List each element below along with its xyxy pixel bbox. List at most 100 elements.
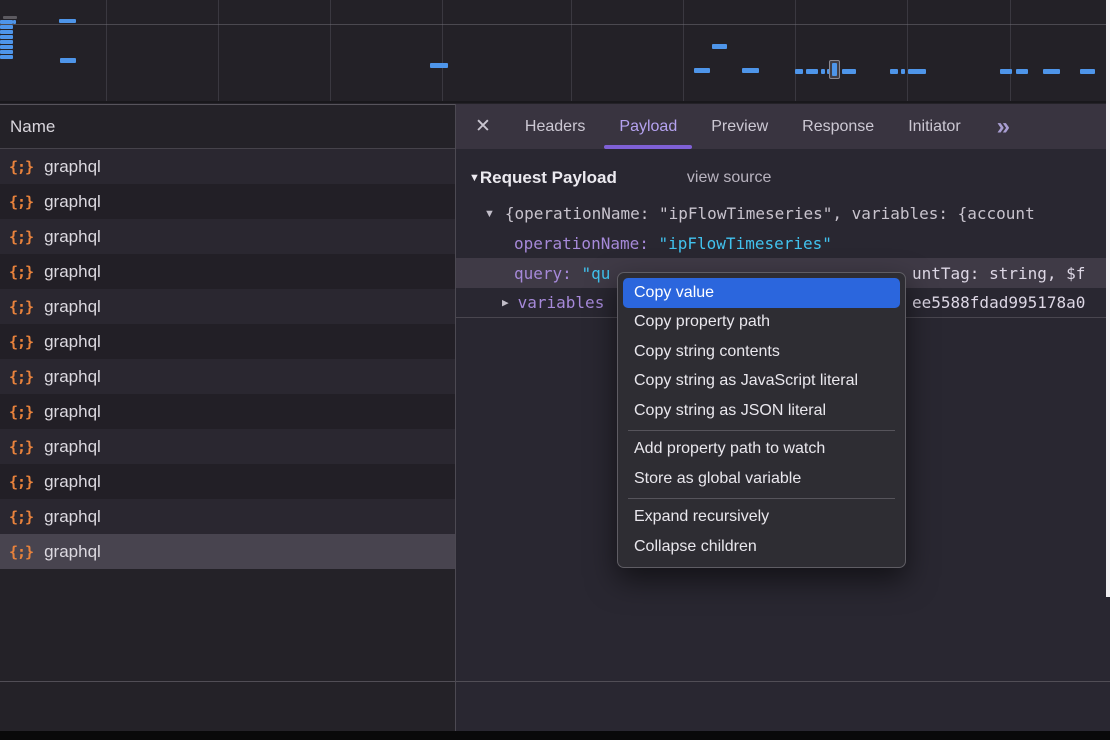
payload-summary-text: {operationName: "ipFlowTimeseries", vari… bbox=[505, 204, 1035, 223]
request-timing-bar[interactable] bbox=[0, 20, 13, 24]
request-timing-bar[interactable] bbox=[0, 35, 13, 39]
name-column-header[interactable]: Name bbox=[0, 104, 455, 149]
operation-name-row[interactable]: operationName: "ipFlowTimeseries" bbox=[456, 228, 1110, 258]
details-tabbar: ✕ Headers Payload Preview Response Initiator… bbox=[456, 104, 1110, 149]
request-name: graphql bbox=[44, 227, 101, 247]
request-timing-bar[interactable] bbox=[694, 68, 710, 73]
tab-payload[interactable]: Payload bbox=[619, 104, 677, 149]
request-timing-bar[interactable] bbox=[1043, 69, 1060, 74]
close-icon[interactable]: ✕ bbox=[475, 117, 491, 136]
request-timing-bar[interactable] bbox=[1080, 69, 1095, 74]
request-timing-bar[interactable] bbox=[0, 30, 13, 34]
request-timing-bar[interactable] bbox=[0, 25, 13, 29]
expand-triangle-icon[interactable]: ▶ bbox=[502, 296, 509, 309]
request-row[interactable]: {;} graphql bbox=[0, 359, 455, 394]
json-braces-icon: {;} bbox=[9, 263, 33, 281]
request-name: graphql bbox=[44, 157, 101, 177]
request-name: graphql bbox=[44, 297, 101, 317]
property-value: "ipFlowTimeseries" bbox=[659, 234, 832, 253]
collapse-triangle-icon[interactable]: ▼ bbox=[469, 172, 480, 184]
request-timing-bar[interactable] bbox=[1000, 69, 1012, 74]
window-bottom-edge bbox=[0, 731, 1110, 740]
request-row[interactable]: {;} graphql bbox=[0, 499, 455, 534]
request-row[interactable]: {;}graphql bbox=[0, 324, 455, 359]
request-timing-bar[interactable] bbox=[901, 69, 905, 74]
panel-divider[interactable] bbox=[455, 104, 456, 731]
menu-item-store-as-global-variable[interactable]: Store as global variable bbox=[623, 464, 900, 494]
grid-line bbox=[106, 0, 107, 101]
request-timing-bar[interactable] bbox=[0, 50, 13, 54]
request-timing-bar[interactable] bbox=[59, 19, 76, 23]
grid-line bbox=[0, 24, 1110, 25]
payload-summary-row[interactable]: ▼ {operationName: "ipFlowTimeseries", va… bbox=[456, 199, 1110, 228]
menu-item-copy-string-as-json-literal[interactable]: Copy string as JSON literal bbox=[623, 396, 900, 426]
request-row[interactable]: {;}graphql bbox=[0, 149, 455, 184]
request-row[interactable]: {;}graphql bbox=[0, 534, 455, 569]
request-name: graphql bbox=[44, 542, 101, 562]
request-timing-bar[interactable] bbox=[0, 45, 13, 49]
menu-item-copy-string-contents[interactable]: Copy string contents bbox=[623, 337, 900, 367]
grid-line bbox=[795, 0, 796, 101]
json-braces-icon: {;} bbox=[9, 193, 33, 211]
request-timing-bar[interactable] bbox=[0, 40, 13, 44]
request-row[interactable]: {;} graphql bbox=[0, 184, 455, 219]
grid-line bbox=[571, 0, 572, 101]
request-row[interactable]: {;}graphql bbox=[0, 429, 455, 464]
request-timing-bar[interactable] bbox=[842, 69, 856, 74]
request-timing-bar[interactable] bbox=[13, 20, 16, 24]
context-menu: Copy valueCopy property pathCopy string … bbox=[617, 272, 906, 568]
request-name: graphql bbox=[44, 472, 101, 492]
request-timing-bar[interactable] bbox=[908, 69, 926, 74]
tab-response[interactable]: Response bbox=[802, 104, 874, 149]
request-timing-bar[interactable] bbox=[430, 63, 448, 68]
request-name: graphql bbox=[44, 192, 101, 212]
request-row[interactable]: {;}graphql bbox=[0, 219, 455, 254]
grid-line bbox=[907, 0, 908, 101]
more-tabs-icon[interactable]: » bbox=[997, 113, 1008, 141]
selected-request-bar bbox=[832, 63, 837, 76]
request-timing-bar[interactable] bbox=[3, 16, 17, 19]
menu-item-copy-property-path[interactable]: Copy property path bbox=[623, 308, 900, 338]
request-timing-bar[interactable] bbox=[890, 69, 898, 74]
request-row[interactable]: {;}graphql bbox=[0, 289, 455, 324]
request-payload-section[interactable]: ▼ Request Payload view source bbox=[456, 159, 1110, 196]
request-timing-bar[interactable] bbox=[821, 69, 825, 74]
request-timing-bar[interactable] bbox=[742, 68, 759, 73]
request-timing-bar[interactable] bbox=[60, 58, 76, 63]
request-row[interactable]: {;} graphql bbox=[0, 254, 455, 289]
request-row[interactable]: {;}graphql bbox=[0, 464, 455, 499]
grid-line bbox=[442, 0, 443, 101]
request-timing-bar[interactable] bbox=[806, 69, 818, 74]
request-timing-bar[interactable] bbox=[712, 44, 727, 49]
menu-item-collapse-children[interactable]: Collapse children bbox=[623, 532, 900, 562]
menu-item-copy-string-as-javascript-literal[interactable]: Copy string as JavaScript literal bbox=[623, 367, 900, 397]
request-timing-bar[interactable] bbox=[1016, 69, 1028, 74]
view-source-link[interactable]: view source bbox=[687, 169, 771, 187]
property-key: query: bbox=[514, 264, 572, 283]
request-name: graphql bbox=[44, 507, 101, 527]
json-braces-icon: {;} bbox=[9, 333, 33, 351]
property-value-continuation: ee5588fdad995178a0 bbox=[912, 293, 1085, 312]
json-braces-icon: {;} bbox=[9, 403, 33, 421]
json-braces-icon: {;} bbox=[9, 508, 33, 526]
request-timing-bar[interactable] bbox=[0, 55, 13, 59]
tab-preview[interactable]: Preview bbox=[711, 104, 768, 149]
request-timing-bar[interactable] bbox=[795, 69, 803, 74]
grid-line bbox=[330, 0, 331, 101]
menu-item-expand-recursively[interactable]: Expand recursively bbox=[623, 503, 900, 533]
menu-item-add-property-path-to-watch[interactable]: Add property path to watch bbox=[623, 435, 900, 465]
request-name: graphql bbox=[44, 437, 101, 457]
selected-request-marker[interactable] bbox=[829, 60, 840, 79]
collapse-triangle-icon[interactable]: ▼ bbox=[484, 208, 495, 220]
menu-item-copy-value[interactable]: Copy value bbox=[623, 278, 900, 308]
request-name: graphql bbox=[44, 367, 101, 387]
grid-line bbox=[1010, 0, 1011, 101]
request-payload-title: Request Payload bbox=[480, 168, 617, 188]
horizontal-divider bbox=[0, 681, 1110, 682]
request-name: graphql bbox=[44, 262, 101, 282]
network-overview-strip[interactable] bbox=[0, 0, 1110, 103]
tab-headers[interactable]: Headers bbox=[525, 104, 585, 149]
json-braces-icon: {;} bbox=[9, 368, 33, 386]
tab-initiator[interactable]: Initiator bbox=[908, 104, 960, 149]
request-row[interactable]: {;}graphql bbox=[0, 394, 455, 429]
